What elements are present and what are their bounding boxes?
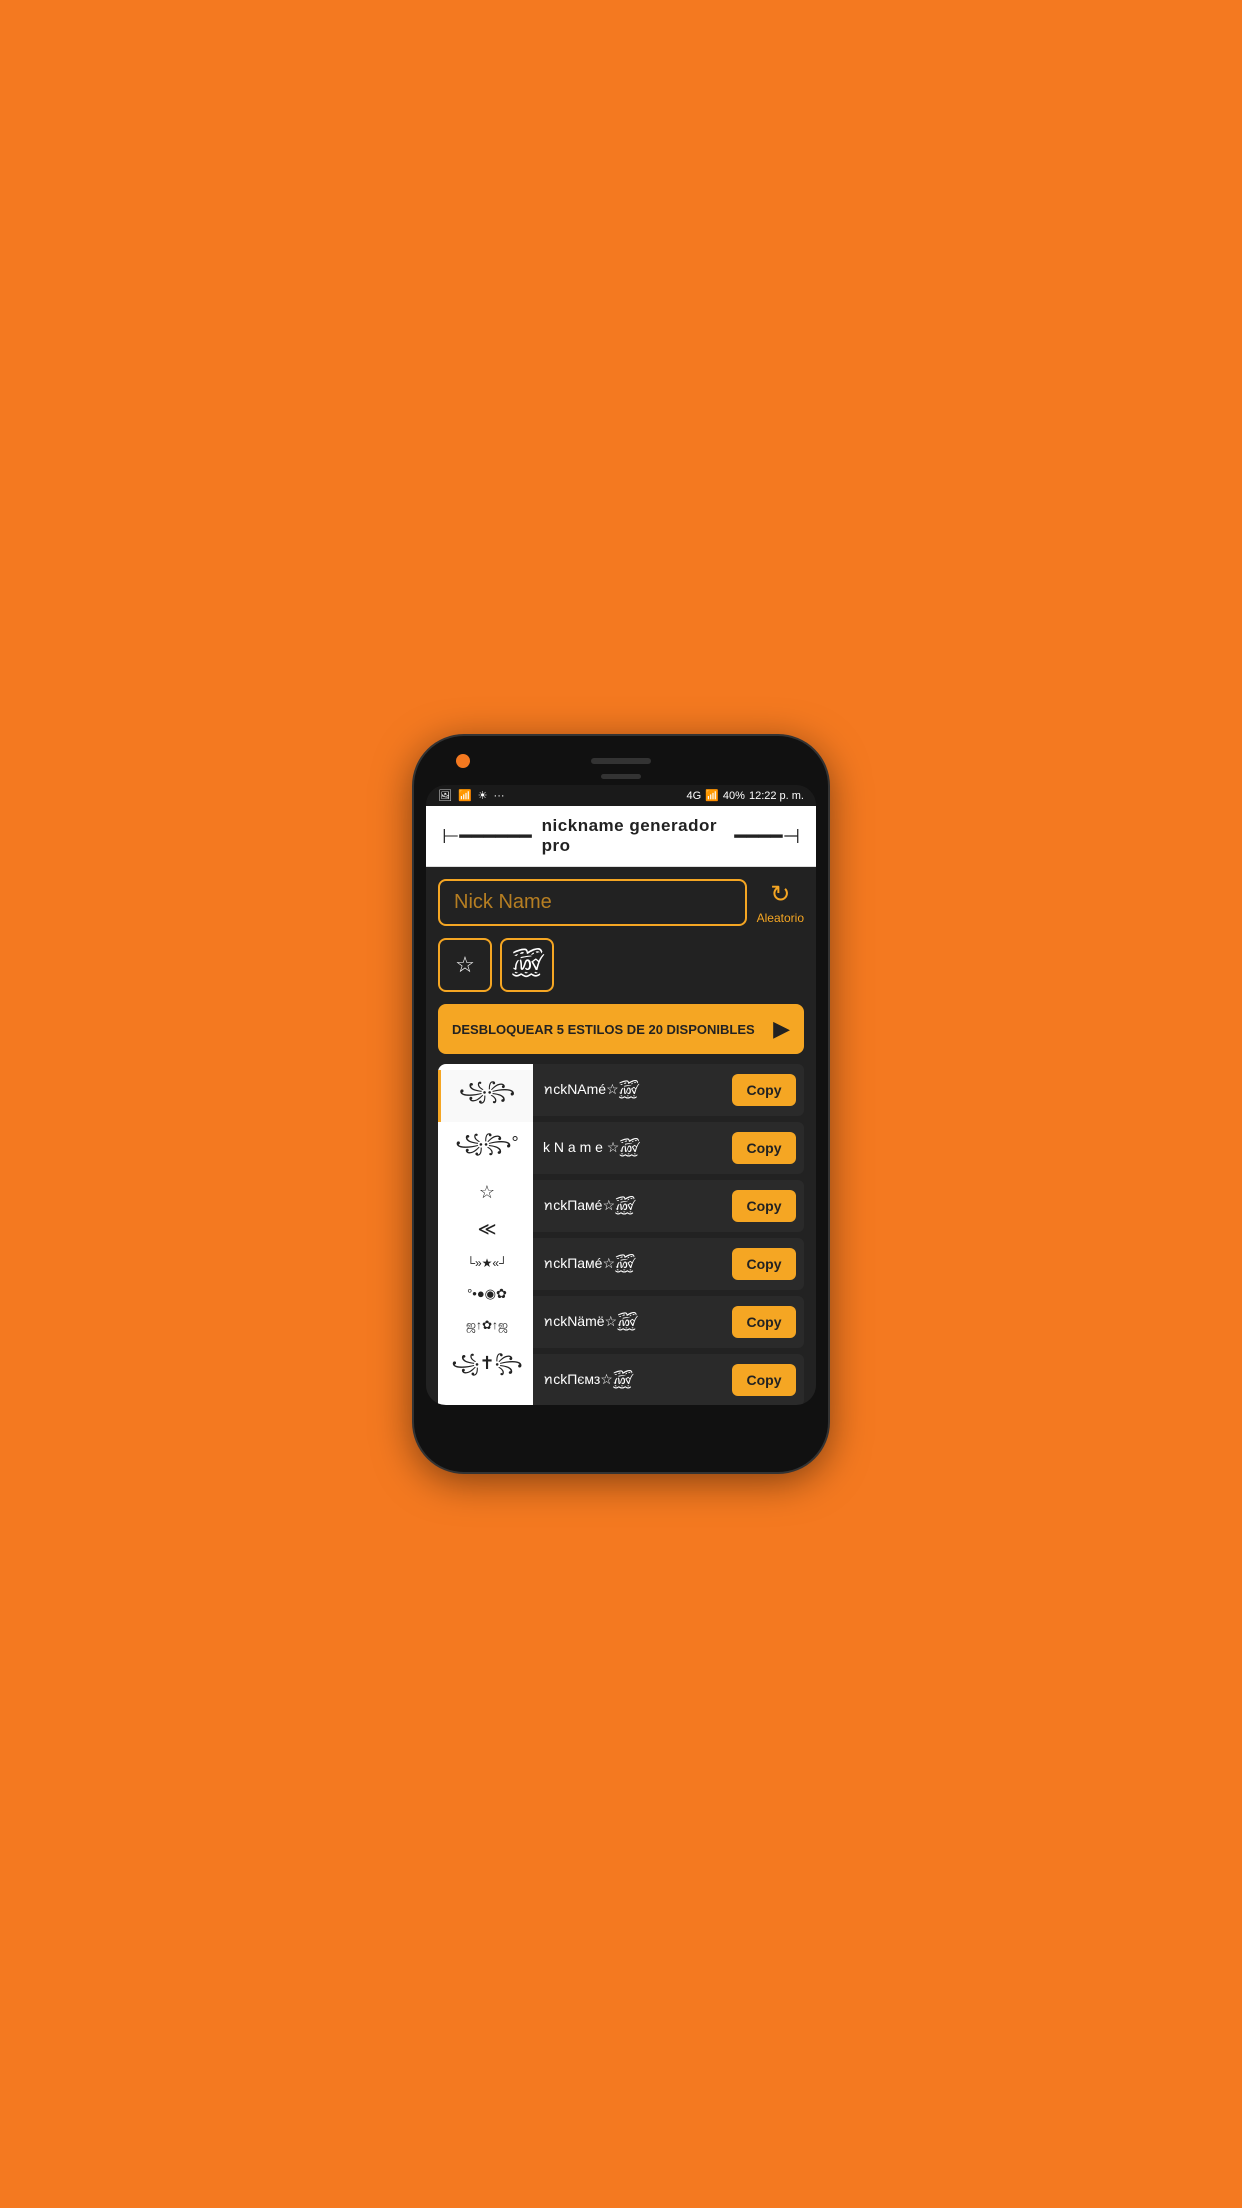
battery-percent: 40% (723, 790, 745, 802)
signal-strength-icon: 📶 (705, 789, 719, 802)
result-row-0: ꪀckNAmé☆꫞ Copy (533, 1064, 804, 1116)
result-text-1: k N a m e ☆꫞ (543, 1134, 732, 1163)
style-item-5[interactable]: °•●◉✿ (438, 1278, 533, 1310)
phone-top-bar (426, 754, 816, 768)
symbol-row: ☆ ꫞ (438, 938, 804, 992)
status-left-icons: 🖼 📶 ☀ ··· (438, 789, 505, 802)
style-item-1[interactable]: ꧁꧂° (438, 1122, 533, 1174)
play-icon: ▶ (773, 1016, 790, 1042)
style-item-2[interactable]: ☆ (438, 1174, 533, 1211)
speaker-top (591, 758, 651, 764)
result-row-5: ꪀckПємз☆꫞ Copy (533, 1354, 804, 1405)
gallery-icon: 🖼 (438, 789, 452, 802)
result-row-4: ꪀckNämë☆꫞ Copy (533, 1296, 804, 1348)
app-body: ↻ Aleatorio ☆ ꫞ DESBLOQUEAR 5 ESTILOS DE… (426, 867, 816, 1405)
result-text-2: ꪀckПамé☆꫞ (543, 1192, 732, 1221)
gun-right-icon: ━━━━⊣ (734, 824, 800, 849)
copy-button-2[interactable]: Copy (732, 1190, 796, 1222)
speaker-bottom (601, 774, 641, 779)
clock: 12:22 p. m. (749, 790, 804, 802)
input-row: ↻ Aleatorio (438, 879, 804, 926)
front-camera (456, 754, 470, 768)
copy-button-5[interactable]: Copy (732, 1364, 796, 1396)
copy-button-3[interactable]: Copy (732, 1248, 796, 1280)
result-text-0: ꪀckNAmé☆꫞ (543, 1076, 732, 1105)
result-row-3: ꪀckПамé☆꫞ Copy (533, 1238, 804, 1290)
result-text-4: ꪀckNämë☆꫞ (543, 1308, 732, 1337)
nick-name-input[interactable] (438, 879, 747, 926)
aleatorio-label: Aleatorio (757, 911, 804, 925)
main-content: ꧁꧂ ꧁꧂° ☆ ≪ └»★«┘ °•●◉✿ ஜ↑✿↑ஜ ꧁✝꧂ ≡ ⊣⊢ ꪀc… (438, 1064, 804, 1405)
style-panel: ꧁꧂ ꧁꧂° ☆ ≪ └»★«┘ °•●◉✿ ஜ↑✿↑ஜ ꧁✝꧂ ≡ ⊣⊢ (438, 1064, 533, 1405)
network-type: 4G (687, 790, 702, 802)
result-row-1: k N a m e ☆꫞ Copy (533, 1122, 804, 1174)
result-text-5: ꪀckПємз☆꫞ (543, 1366, 732, 1395)
signal-icon: 📶 (458, 789, 472, 802)
result-text-3: ꪀckПамé☆꫞ (543, 1250, 732, 1279)
more-icon: ··· (494, 790, 505, 802)
phone-screen: 🖼 📶 ☀ ··· 4G 📶 40% 12:22 p. m. ⊢━━━━━━ n… (426, 785, 816, 1405)
style-item-6[interactable]: ஜ↑✿↑ஜ (438, 1310, 533, 1342)
status-bar: 🖼 📶 ☀ ··· 4G 📶 40% 12:22 p. m. (426, 785, 816, 806)
style-item-7[interactable]: ꧁✝꧂ (438, 1342, 533, 1394)
app-header: ⊢━━━━━━ nickname generador pro ━━━━⊣ (426, 806, 816, 867)
style-item-0[interactable]: ꧁꧂ (438, 1070, 533, 1122)
refresh-icon: ↻ (770, 880, 790, 909)
copy-button-4[interactable]: Copy (732, 1306, 796, 1338)
promo-text: DESBLOQUEAR 5 ESTILOS DE 20 DISPONIBLES (452, 1022, 755, 1037)
copy-button-1[interactable]: Copy (732, 1132, 796, 1164)
results-panel: ꪀckNAmé☆꫞ Copy k N a m e ☆꫞ Copy ꪀckПамé… (533, 1064, 804, 1405)
symbol-box-1[interactable]: ☆ (438, 938, 492, 992)
brightness-icon: ☀ (478, 789, 488, 802)
gun-left-icon: ⊢━━━━━━ (442, 824, 532, 849)
symbol-star: ☆ (455, 952, 475, 978)
status-right-info: 4G 📶 40% 12:22 p. m. (687, 789, 804, 802)
style-item-8[interactable]: ≡ (438, 1394, 533, 1405)
copy-button-0[interactable]: Copy (732, 1074, 796, 1106)
style-item-3[interactable]: ≪ (438, 1211, 533, 1248)
app-title: nickname generador pro (542, 816, 725, 856)
promo-banner[interactable]: DESBLOQUEAR 5 ESTILOS DE 20 DISPONIBLES … (438, 1004, 804, 1054)
aleatorio-button[interactable]: ↻ Aleatorio (757, 880, 804, 925)
style-item-4[interactable]: └»★«┘ (438, 1248, 533, 1278)
result-row-2: ꪀckПамé☆꫞ Copy (533, 1180, 804, 1232)
phone-frame: 🖼 📶 ☀ ··· 4G 📶 40% 12:22 p. m. ⊢━━━━━━ n… (414, 736, 828, 1472)
symbol-ornament: ꫞ (512, 942, 543, 988)
symbol-box-2[interactable]: ꫞ (500, 938, 554, 992)
